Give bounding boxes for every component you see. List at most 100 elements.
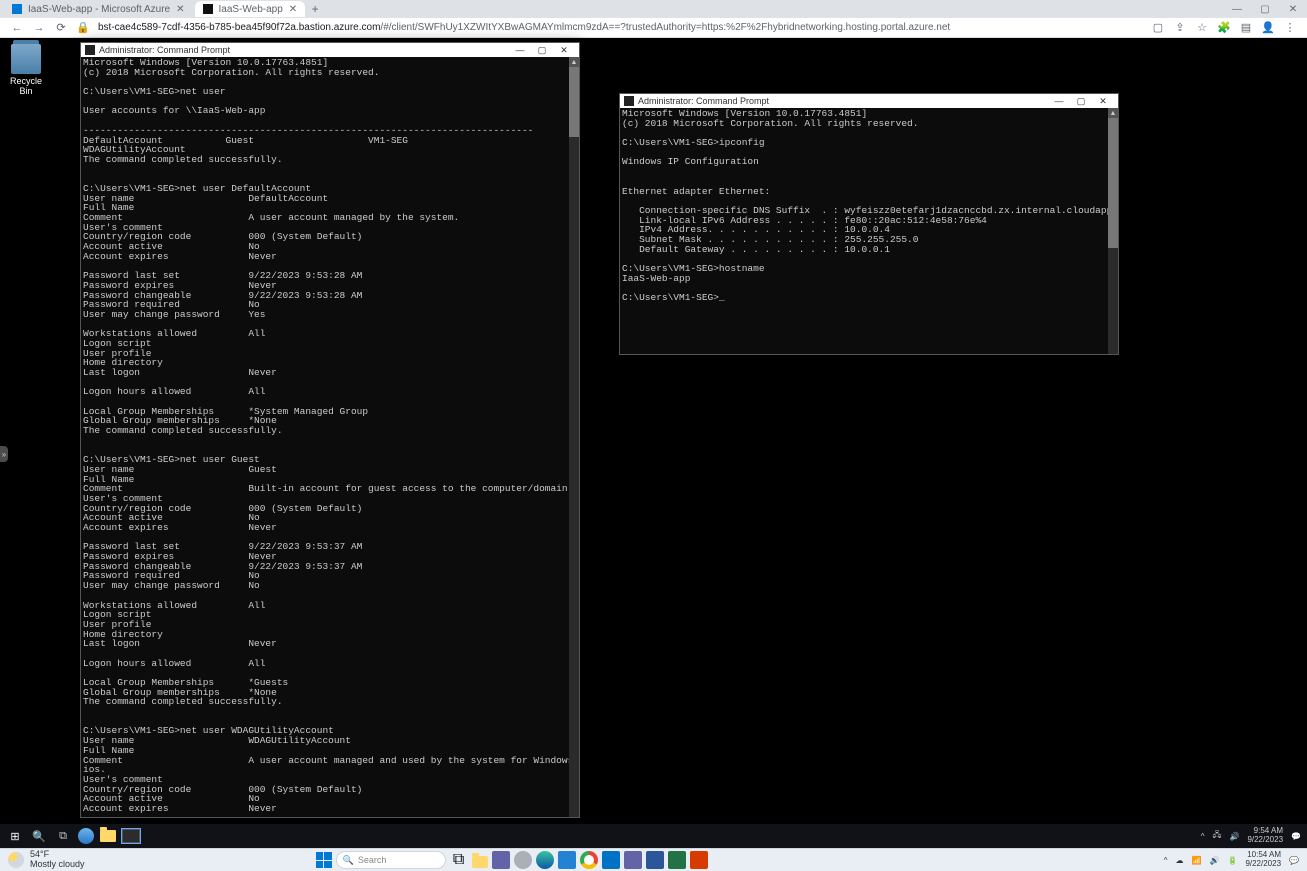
minimize-button[interactable]: —	[1048, 96, 1070, 107]
task-view-icon[interactable]: ⧉	[450, 851, 468, 869]
address-bar: ← → ⟳ 🔒 bst-cae4c589-7cdf-4356-b785-bea4…	[0, 18, 1307, 38]
close-tab-icon[interactable]: ✕	[289, 4, 297, 15]
start-button[interactable]: ⊞	[6, 827, 24, 845]
tab-title: IaaS-Web-app - Microsoft Azure	[28, 4, 170, 15]
weather-icon	[8, 852, 24, 868]
notifications-icon[interactable]: 💬	[1291, 832, 1301, 841]
maximize-button[interactable]: ▢	[531, 45, 553, 56]
recycle-bin-label: Recycle Bin	[6, 76, 46, 96]
weather-widget[interactable]: 54°F Mostly cloudy	[8, 850, 85, 870]
cmd-title-text: Administrator: Command Prompt	[638, 96, 769, 106]
install-app-icon[interactable]: ▢	[1151, 21, 1165, 35]
cmd-window-ipconfig[interactable]: Administrator: Command Prompt — ▢ ✕ Micr…	[619, 93, 1119, 355]
cmd-titlebar[interactable]: Administrator: Command Prompt — ▢ ✕	[81, 43, 579, 57]
bastion-favicon-icon	[203, 4, 213, 14]
tray-expand-icon[interactable]: ^	[1201, 832, 1205, 841]
profile-icon[interactable]: 👤	[1261, 21, 1275, 35]
word-icon[interactable]	[646, 851, 664, 869]
url-field[interactable]: bst-cae4c589-7cdf-4356-b785-bea45f90f72a…	[98, 22, 1143, 33]
volume-icon[interactable]: 🔊	[1229, 832, 1239, 841]
minimize-button[interactable]: —	[509, 45, 531, 56]
host-taskbar-center: 🔍 Search ⧉	[316, 851, 708, 869]
remote-systray: ^ 🖧 🔊 9:54 AM 9/22/2023 💬	[1201, 827, 1301, 845]
cmd-body[interactable]: Microsoft Windows [Version 10.0.17763.48…	[81, 57, 569, 817]
close-button[interactable]: ✕	[553, 45, 575, 56]
scroll-up-icon[interactable]: ▲	[1108, 108, 1118, 118]
scroll-thumb[interactable]	[1108, 118, 1118, 248]
start-button[interactable]	[316, 852, 332, 868]
back-button[interactable]: ←	[10, 21, 24, 35]
file-explorer-icon[interactable]	[100, 830, 116, 842]
lock-icon: 🔒	[76, 21, 90, 35]
search-icon: 🔍	[343, 855, 354, 866]
cmd-titlebar[interactable]: Administrator: Command Prompt — ▢ ✕	[620, 94, 1118, 108]
volume-icon[interactable]: 🔊	[1210, 856, 1220, 865]
remote-desktop[interactable]: Recycle Bin » Administrator: Command Pro…	[0, 38, 1307, 848]
forward-button[interactable]: →	[32, 21, 46, 35]
cmd-output: Microsoft Windows [Version 10.0.17763.48…	[81, 57, 569, 817]
notifications-icon[interactable]: 💬	[1289, 856, 1299, 865]
outlook-icon[interactable]	[602, 851, 620, 869]
tab-strip: IaaS-Web-app - Microsoft Azure ✕ IaaS-We…	[0, 0, 1307, 18]
store-icon[interactable]	[558, 851, 576, 869]
task-view-button[interactable]: ⧉	[54, 827, 72, 845]
snipping-tool-icon[interactable]	[690, 851, 708, 869]
search-placeholder: Search	[358, 855, 387, 865]
url-path: /#/client/SWFhUy1XZWItYXBwAGMAYmlmcm9zdA…	[380, 22, 950, 33]
host-clock[interactable]: 10:54 AM 9/22/2023	[1245, 851, 1281, 869]
share-icon[interactable]: ⇪	[1173, 21, 1187, 35]
tab-title: IaaS-Web-app	[219, 4, 283, 15]
edge-icon[interactable]	[536, 851, 554, 869]
close-button[interactable]: ✕	[1092, 96, 1114, 107]
browser-tab-bastion[interactable]: IaaS-Web-app ✕	[195, 1, 306, 17]
new-tab-button[interactable]: +	[307, 1, 323, 17]
scroll-thumb[interactable]	[569, 67, 579, 137]
wifi-icon[interactable]: 📶	[1192, 856, 1202, 865]
menu-icon[interactable]: ⋮	[1283, 21, 1297, 35]
file-explorer-icon[interactable]	[472, 856, 488, 868]
settings-icon[interactable]	[514, 851, 532, 869]
recycle-bin-shortcut[interactable]: Recycle Bin	[6, 44, 46, 96]
chrome-icon[interactable]	[580, 851, 598, 869]
weather-desc: Mostly cloudy	[30, 860, 85, 870]
scroll-up-icon[interactable]: ▲	[569, 57, 579, 67]
cmd-output: Microsoft Windows [Version 10.0.17763.48…	[620, 108, 1108, 304]
search-button[interactable]: 🔍	[30, 827, 48, 845]
search-box[interactable]: 🔍 Search	[336, 851, 446, 869]
close-window-button[interactable]: ✕	[1279, 0, 1307, 18]
cmd-window-netuser[interactable]: Administrator: Command Prompt — ▢ ✕ Micr…	[80, 42, 580, 818]
remote-taskbar: ⊞ 🔍 ⧉ ^ 🖧 🔊 9:54 AM 9/22/2023 💬	[0, 824, 1307, 848]
reload-button[interactable]: ⟳	[54, 21, 68, 35]
minimize-button[interactable]: —	[1223, 0, 1251, 18]
host-systray: ^ ☁ 📶 🔊 🔋 10:54 AM 9/22/2023 💬	[1164, 851, 1299, 869]
scrollbar[interactable]: ▲	[1108, 108, 1118, 354]
maximize-button[interactable]: ▢	[1251, 0, 1279, 18]
cmd-taskbar-icon[interactable]	[122, 829, 140, 843]
ie-icon[interactable]	[78, 828, 94, 844]
bookmark-icon[interactable]: ☆	[1195, 21, 1209, 35]
host-taskbar: 54°F Mostly cloudy 🔍 Search ⧉ ^ ☁ 📶 🔊 🔋 …	[0, 848, 1307, 871]
close-tab-icon[interactable]: ✕	[176, 4, 184, 15]
browser-chrome: IaaS-Web-app - Microsoft Azure ✕ IaaS-We…	[0, 0, 1307, 38]
maximize-button[interactable]: ▢	[1070, 96, 1092, 107]
azure-favicon-icon	[12, 4, 22, 14]
teams-chat-icon[interactable]	[492, 851, 510, 869]
recycle-bin-icon	[11, 44, 41, 74]
battery-icon[interactable]: 🔋	[1227, 856, 1237, 865]
reading-list-icon[interactable]: ▤	[1239, 21, 1253, 35]
url-host: bst-cae4c589-7cdf-4356-b785-bea45f90f72a…	[98, 22, 380, 33]
cmd-body[interactable]: Microsoft Windows [Version 10.0.17763.48…	[620, 108, 1108, 354]
tray-expand-icon[interactable]: ^	[1164, 856, 1168, 865]
network-icon[interactable]: 🖧	[1213, 829, 1222, 843]
remote-date: 9/22/2023	[1247, 836, 1283, 845]
teams-icon[interactable]	[624, 851, 642, 869]
host-date: 9/22/2023	[1245, 860, 1281, 869]
remote-clock[interactable]: 9:54 AM 9/22/2023	[1247, 827, 1283, 845]
browser-tab-azure[interactable]: IaaS-Web-app - Microsoft Azure ✕	[4, 1, 193, 17]
excel-icon[interactable]	[668, 851, 686, 869]
scrollbar[interactable]: ▲	[569, 57, 579, 817]
cmd-title-text: Administrator: Command Prompt	[99, 45, 230, 55]
extensions-icon[interactable]: 🧩	[1217, 21, 1231, 35]
onedrive-icon[interactable]: ☁	[1176, 856, 1184, 865]
bastion-panel-handle[interactable]: »	[0, 446, 8, 462]
